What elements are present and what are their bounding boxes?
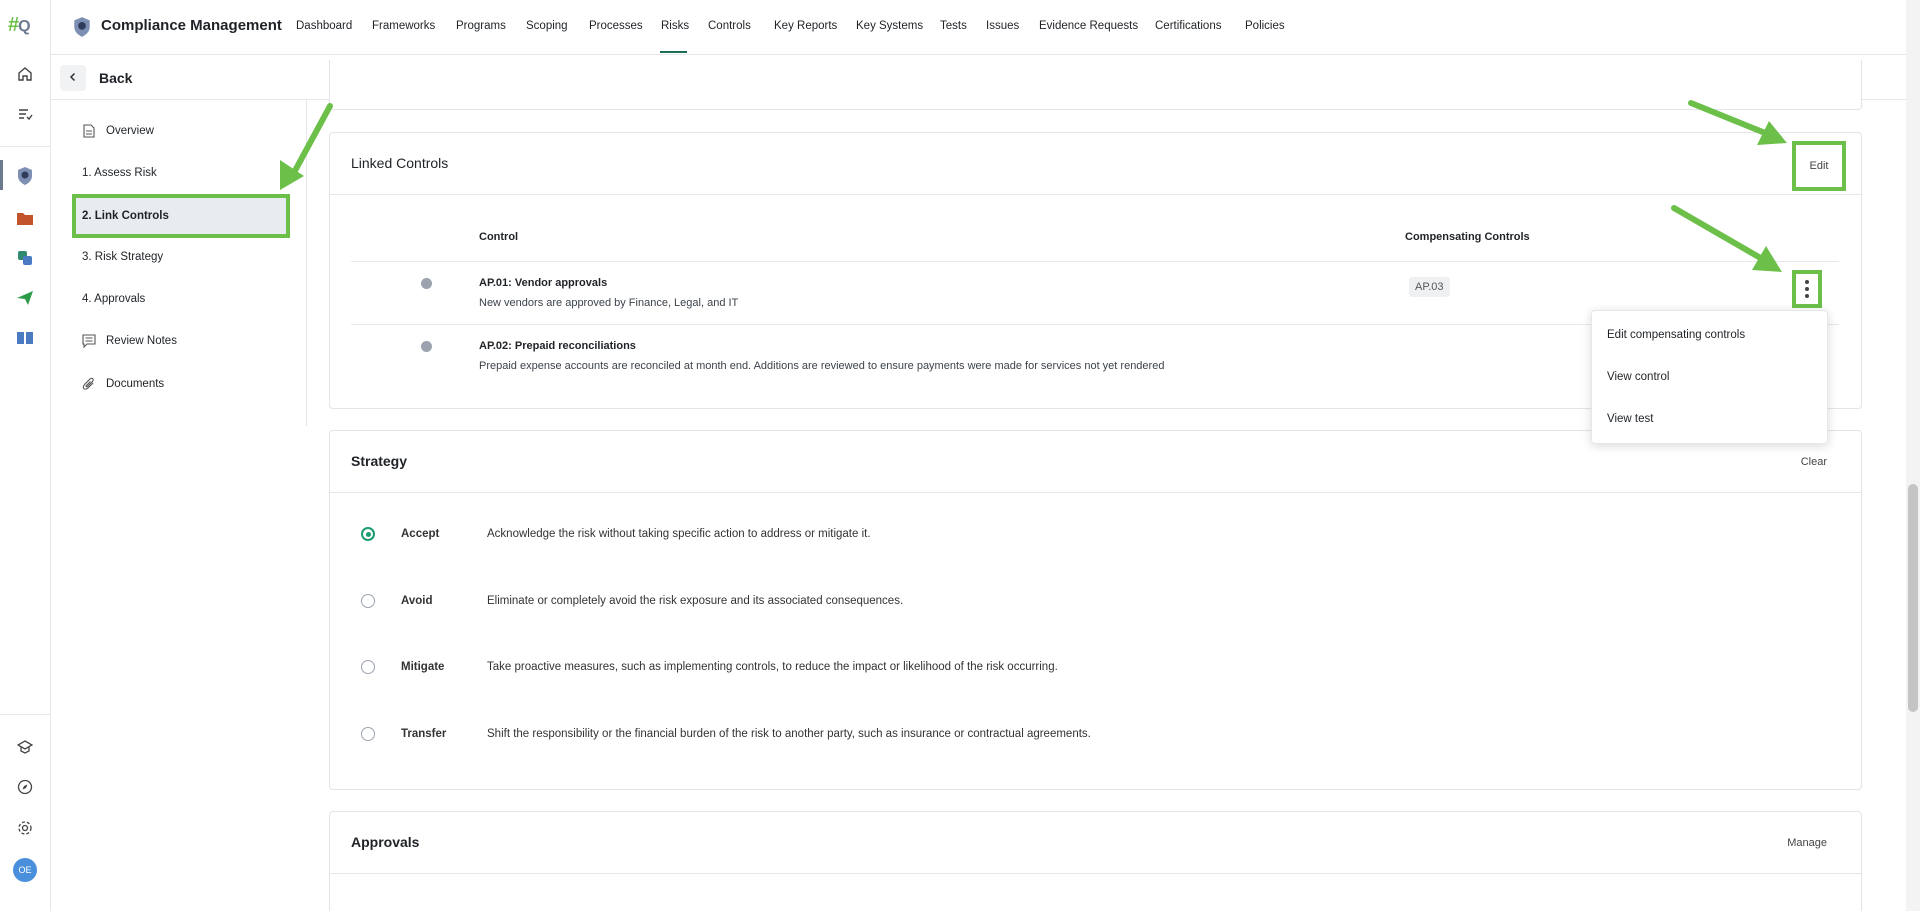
home-icon[interactable] xyxy=(13,62,37,86)
radio-avoid[interactable] xyxy=(361,594,375,608)
top-navigation: Compliance Management Dashboard Framewor… xyxy=(51,0,1920,55)
sidebar-item-risk-strategy[interactable]: 3. Risk Strategy xyxy=(70,237,286,277)
strategy-title: Strategy xyxy=(351,453,408,469)
nav-processes[interactable]: Processes xyxy=(589,20,643,32)
settings-icon[interactable] xyxy=(13,816,37,840)
nav-policies[interactable]: Policies xyxy=(1245,20,1285,32)
status-dot xyxy=(421,278,432,289)
learning-icon[interactable] xyxy=(13,735,37,759)
approvals-card: Approvals Manage xyxy=(329,811,1862,911)
back-button[interactable] xyxy=(60,65,86,91)
menu-item-view-control[interactable]: View control xyxy=(1607,371,1669,383)
nav-dashboard[interactable]: Dashboard xyxy=(296,20,352,32)
paperclip-icon xyxy=(82,376,96,392)
row-actions-menu: Edit compensating controls View control … xyxy=(1591,310,1828,444)
control-description: Prepaid expense accounts are reconciled … xyxy=(479,360,1165,372)
previous-card-remnant xyxy=(329,60,1862,110)
column-header-compensating: Compensating Controls xyxy=(1405,231,1530,243)
linked-controls-header: Linked Controls Edit xyxy=(330,133,1861,195)
column-header-control: Control xyxy=(479,231,519,243)
manage-approvals-button[interactable]: Manage xyxy=(1787,837,1827,849)
sidebar-item-overview[interactable]: Overview xyxy=(70,111,286,151)
left-rail: #Q OE xyxy=(0,0,51,911)
sync-icon[interactable] xyxy=(13,246,37,270)
nav-key-systems[interactable]: Key Systems xyxy=(856,20,923,32)
approvals-header: Approvals Manage xyxy=(330,812,1861,874)
compliance-badge-icon[interactable] xyxy=(13,164,37,188)
compliance-app-icon xyxy=(71,16,93,38)
back-label[interactable]: Back xyxy=(99,70,132,86)
folder-icon[interactable] xyxy=(13,206,37,230)
approvals-title: Approvals xyxy=(351,834,420,850)
nav-scoping[interactable]: Scoping xyxy=(526,20,568,32)
compensating-control-tag: AP.03 xyxy=(1409,277,1450,297)
nav-active-indicator xyxy=(660,51,687,53)
strategy-option-description: Shift the responsibility or the financia… xyxy=(487,728,1091,740)
row-actions-kebab-button[interactable] xyxy=(1792,270,1822,308)
strategy-option-label[interactable]: Accept xyxy=(401,528,439,540)
tasks-icon[interactable] xyxy=(13,102,37,126)
book-icon[interactable] xyxy=(13,326,37,350)
radio-transfer[interactable] xyxy=(361,727,375,741)
sidebar-item-review-notes[interactable]: Review Notes xyxy=(70,321,286,361)
nav-tests[interactable]: Tests xyxy=(940,20,967,32)
menu-item-view-test[interactable]: View test xyxy=(1607,413,1653,425)
nav-certifications[interactable]: Certifications xyxy=(1155,20,1221,32)
control-title[interactable]: AP.02: Prepaid reconciliations xyxy=(479,340,636,352)
strategy-option-description: Take proactive measures, such as impleme… xyxy=(487,661,1058,673)
edit-linked-controls-button[interactable]: Edit xyxy=(1792,141,1846,191)
radio-mitigate[interactable] xyxy=(361,660,375,674)
nav-evidence-requests[interactable]: Evidence Requests xyxy=(1039,20,1138,32)
avatar[interactable]: OE xyxy=(13,858,37,882)
menu-item-edit-compensating-controls[interactable]: Edit compensating controls xyxy=(1607,329,1745,341)
clear-strategy-button[interactable]: Clear xyxy=(1801,456,1827,468)
nav-issues[interactable]: Issues xyxy=(986,20,1019,32)
strategy-option-label[interactable]: Mitigate xyxy=(401,661,444,673)
step-sidebar: Overview 1. Assess Risk 2. Link Controls… xyxy=(51,100,307,426)
control-description: New vendors are approved by Finance, Leg… xyxy=(479,297,739,309)
strategy-option-label[interactable]: Avoid xyxy=(401,595,433,607)
scrollbar-thumb[interactable] xyxy=(1908,484,1918,712)
app-logo[interactable]: #Q xyxy=(8,14,31,37)
strategy-card: Strategy Clear Accept Acknowledge the ri… xyxy=(329,430,1862,790)
nav-risks[interactable]: Risks xyxy=(661,20,689,32)
status-dot xyxy=(421,341,432,352)
radio-accept[interactable] xyxy=(361,527,375,541)
strategy-option-description: Acknowledge the risk without taking spec… xyxy=(487,528,871,540)
comment-icon xyxy=(82,333,96,349)
strategy-option-label[interactable]: Transfer xyxy=(401,728,446,740)
sidebar-item-assess-risk[interactable]: 1. Assess Risk xyxy=(70,153,286,193)
nav-frameworks[interactable]: Frameworks xyxy=(372,20,435,32)
compass-icon[interactable] xyxy=(13,775,37,799)
control-title[interactable]: AP.01: Vendor approvals xyxy=(479,277,607,289)
send-icon[interactable] xyxy=(13,286,37,310)
sidebar-item-link-controls[interactable]: 2. Link Controls xyxy=(72,194,290,238)
sidebar-item-documents[interactable]: Documents xyxy=(70,364,286,404)
nav-controls[interactable]: Controls xyxy=(708,20,751,32)
document-icon xyxy=(82,123,96,139)
nav-key-reports[interactable]: Key Reports xyxy=(774,20,837,32)
app-title: Compliance Management xyxy=(101,17,282,34)
scrollbar[interactable] xyxy=(1906,0,1920,911)
nav-programs[interactable]: Programs xyxy=(456,20,506,32)
linked-controls-title: Linked Controls xyxy=(351,155,449,171)
rail-active-indicator xyxy=(0,160,3,190)
sidebar-item-approvals[interactable]: 4. Approvals xyxy=(70,279,286,319)
strategy-option-description: Eliminate or completely avoid the risk e… xyxy=(487,595,904,607)
chevron-left-icon xyxy=(68,71,78,85)
